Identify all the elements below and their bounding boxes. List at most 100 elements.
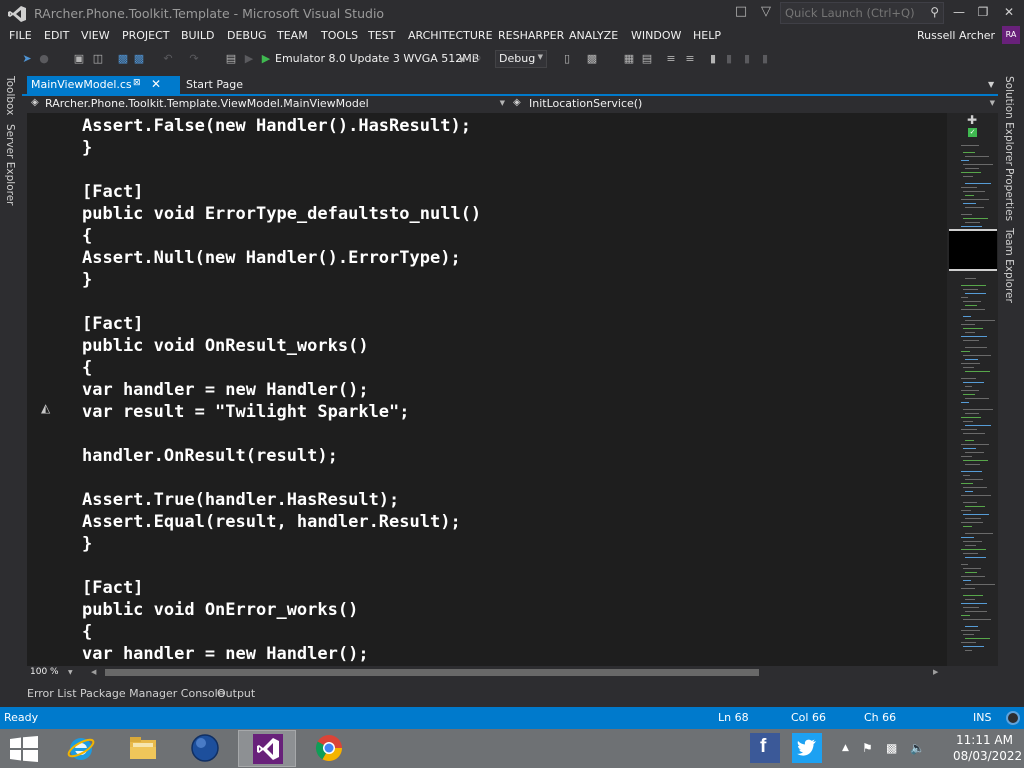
minimize-button[interactable]: — xyxy=(946,0,972,26)
taskbar-media-app[interactable] xyxy=(176,730,234,767)
team-explorer-tab[interactable]: Team Explorer xyxy=(1003,228,1015,303)
menu-analyze[interactable]: ANALYZE xyxy=(569,29,618,42)
clock-time[interactable]: 11:11 AM xyxy=(956,733,1013,747)
quick-launch-input[interactable] xyxy=(785,5,925,21)
scroll-right-icon[interactable]: ▶ xyxy=(933,668,938,677)
action-center-flag-icon[interactable]: ⚑ xyxy=(862,741,873,755)
menu-debug[interactable]: DEBUG xyxy=(227,29,267,42)
publish-icon[interactable] xyxy=(1006,711,1020,725)
solution-explorer-icon[interactable]: ▦ xyxy=(622,52,636,66)
show-hidden-icons[interactable]: ▲ xyxy=(842,743,849,753)
tab-error-list[interactable]: Error List xyxy=(27,687,77,700)
type-dropdown[interactable]: ◈ RArcher.Phone.Toolkit.Template.ViewMod… xyxy=(29,97,507,112)
code-line[interactable] xyxy=(82,159,481,181)
menu-build[interactable]: BUILD xyxy=(181,29,214,42)
save-all-icon[interactable]: ▩ xyxy=(132,52,146,66)
code-line[interactable]: Assert.Null(new Handler().ErrorType); xyxy=(82,247,481,269)
user-name[interactable]: Russell Archer xyxy=(917,29,995,42)
code-line[interactable]: [Fact] xyxy=(82,181,481,203)
menu-edit[interactable]: EDIT xyxy=(44,29,69,42)
facebook-icon[interactable]: f xyxy=(750,733,780,763)
menu-help[interactable]: HELP xyxy=(693,29,721,42)
code-line[interactable]: [Fact] xyxy=(82,313,481,335)
scroll-left-icon[interactable]: ◀ xyxy=(91,668,96,677)
code-line[interactable] xyxy=(82,467,481,489)
taskbar-file-explorer[interactable] xyxy=(114,730,172,767)
run-target-dropdown-icon[interactable]: ▼ xyxy=(459,56,464,64)
code-line[interactable]: Assert.False(new Handler().HasResult); xyxy=(82,115,481,137)
search-icon[interactable]: ⚲ xyxy=(930,5,939,19)
pin-icon[interactable]: ⊠ xyxy=(133,78,141,88)
code-line[interactable]: public void ErrorType_defaultsto_null() xyxy=(82,203,481,225)
decrease-indent-icon[interactable]: ≡ xyxy=(664,52,678,66)
redo-icon[interactable]: ↷ xyxy=(187,52,201,66)
horizontal-scroll-thumb[interactable] xyxy=(105,669,759,676)
taskbar-internet-explorer[interactable] xyxy=(52,730,110,767)
open-file-icon[interactable]: ◫ xyxy=(91,52,105,66)
menu-test[interactable]: TEST xyxy=(368,29,395,42)
split-window-icon[interactable]: ✚ xyxy=(967,113,977,127)
tab-output[interactable]: Output xyxy=(217,687,255,700)
configuration-select[interactable]: Debug ▼ xyxy=(495,50,547,68)
start-without-debug-icon[interactable]: ▶ xyxy=(242,52,256,66)
refresh-icon[interactable]: ↻ xyxy=(470,52,484,66)
code-line[interactable]: var handler = new Handler(); xyxy=(82,379,481,401)
run-target-select[interactable]: Emulator 8.0 Update 3 WVGA 512MB xyxy=(275,52,479,65)
navigate-back-icon[interactable]: ➤ xyxy=(20,52,34,66)
properties-tab[interactable]: Properties xyxy=(1003,168,1015,221)
bookmark-icon[interactable]: ▮ xyxy=(706,52,720,66)
twitter-icon[interactable] xyxy=(792,733,822,763)
navigate-forward-icon[interactable]: ● xyxy=(37,52,51,66)
code-line[interactable]: var handler = new Handler(); xyxy=(82,643,481,665)
code-line[interactable]: handler.OnResult(result); xyxy=(82,445,481,467)
code-line[interactable]: Assert.Equal(result, handler.Result); xyxy=(82,511,481,533)
taskbar-chrome[interactable] xyxy=(300,730,358,767)
tab-mainviewmodel[interactable]: MainViewModel.cs ⊠ ✕ xyxy=(27,76,180,94)
horizontal-scrollbar[interactable]: ◀ ▶ xyxy=(91,668,939,677)
find-in-files-icon[interactable]: ▩ xyxy=(585,52,599,66)
new-project-icon[interactable]: ▣ xyxy=(72,52,86,66)
tab-package-manager-console[interactable]: Package Manager Console xyxy=(80,687,224,700)
menu-architecture[interactable]: ARCHITECTURE xyxy=(408,29,493,42)
code-line[interactable]: { xyxy=(82,225,481,247)
chevron-down-icon[interactable]: ▼ xyxy=(68,666,73,679)
menu-view[interactable]: VIEW xyxy=(81,29,110,42)
menu-tools[interactable]: TOOLS xyxy=(321,29,358,42)
clear-bookmarks-icon[interactable]: ▮ xyxy=(758,52,772,66)
close-icon[interactable]: ✕ xyxy=(151,77,161,91)
unit-test-glyph-icon[interactable]: ◭ xyxy=(41,401,50,415)
increase-indent-icon[interactable]: ≡ xyxy=(683,52,697,66)
map-viewport[interactable] xyxy=(949,229,997,271)
tab-start-page[interactable]: Start Page xyxy=(186,78,243,91)
code-line[interactable]: { xyxy=(82,357,481,379)
toolbox-tab[interactable]: Toolbox xyxy=(4,76,16,115)
undo-icon[interactable]: ↶ xyxy=(161,52,175,66)
menu-team[interactable]: TEAM xyxy=(277,29,308,42)
volume-icon[interactable]: 🔈 xyxy=(910,741,925,755)
code-line[interactable]: public void OnError_works() xyxy=(82,599,481,621)
map-scrollbar[interactable]: ✚ ✓ xyxy=(947,113,998,666)
code-line[interactable]: var result = "Twilight Sparkle"; xyxy=(82,401,481,423)
chevron-down-icon[interactable]: ▼ xyxy=(988,80,994,89)
close-window-button[interactable]: ✕ xyxy=(996,0,1022,26)
class-view-icon[interactable]: ▤ xyxy=(640,52,654,66)
deploy-icon[interactable]: ▤ xyxy=(224,52,238,66)
feedback-icon[interactable]: ▽ xyxy=(758,4,774,20)
code-editor[interactable]: ◭ Assert.False(new Handler().HasResult);… xyxy=(27,113,947,666)
code-line[interactable]: public void OnResult_works() xyxy=(82,335,481,357)
menu-resharper[interactable]: RESHARPER xyxy=(498,29,564,42)
member-dropdown[interactable]: ◈ InitLocationService() ▼ xyxy=(511,97,997,112)
start-debugging-icon[interactable]: ▶ xyxy=(259,52,273,66)
device-icon[interactable]: ▯ xyxy=(560,52,574,66)
code-line[interactable] xyxy=(82,423,481,445)
server-explorer-tab[interactable]: Server Explorer xyxy=(4,124,16,206)
notifications-icon[interactable]: □ xyxy=(733,4,749,20)
previous-bookmark-icon[interactable]: ▮ xyxy=(722,52,736,66)
avatar[interactable]: RA xyxy=(1002,26,1020,44)
code-line[interactable] xyxy=(82,291,481,313)
save-icon[interactable]: ▩ xyxy=(116,52,130,66)
quick-launch[interactable]: ⚲ xyxy=(780,2,944,24)
code-line[interactable]: Assert.True(handler.HasResult); xyxy=(82,489,481,511)
code-text[interactable]: Assert.False(new Handler().HasResult);} [… xyxy=(82,115,481,665)
next-bookmark-icon[interactable]: ▮ xyxy=(740,52,754,66)
